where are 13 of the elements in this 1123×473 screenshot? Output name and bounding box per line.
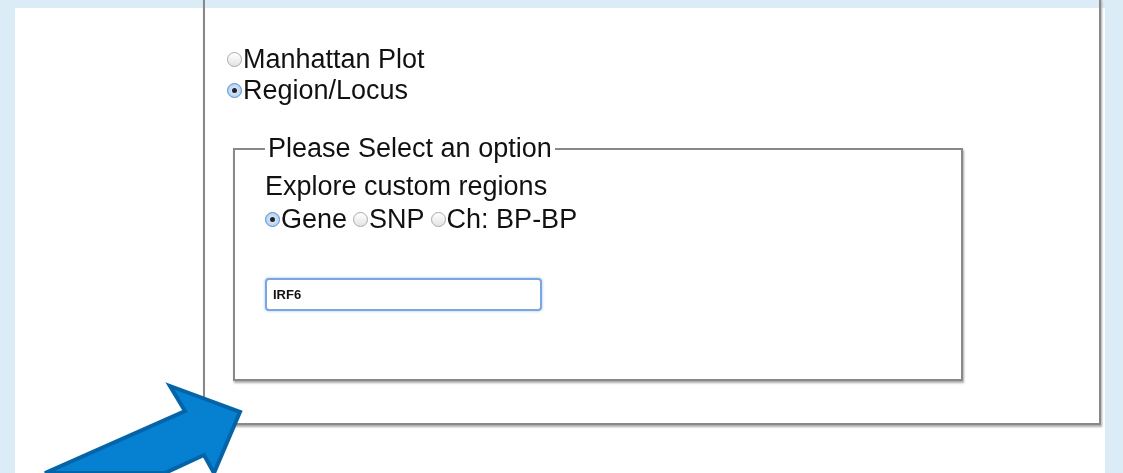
radio-button[interactable] — [353, 211, 369, 227]
radio-label[interactable]: Region/Locus — [243, 75, 409, 106]
radio-button[interactable] — [265, 211, 280, 227]
radio-button[interactable] — [227, 52, 242, 67]
gene-input-field[interactable]: IRF6 — [265, 278, 542, 311]
radio-button[interactable] — [227, 83, 242, 98]
radio-label[interactable]: Ch: BP-BP — [446, 202, 578, 236]
radio-label[interactable]: Gene — [281, 202, 348, 236]
fieldset-legend: Please Select an option — [265, 133, 555, 164]
section-heading: Explore custom regions — [265, 170, 549, 202]
radio-label[interactable]: SNP — [369, 202, 425, 236]
radio-label[interactable]: Manhattan Plot — [243, 44, 425, 75]
radio-button[interactable] — [430, 211, 446, 227]
